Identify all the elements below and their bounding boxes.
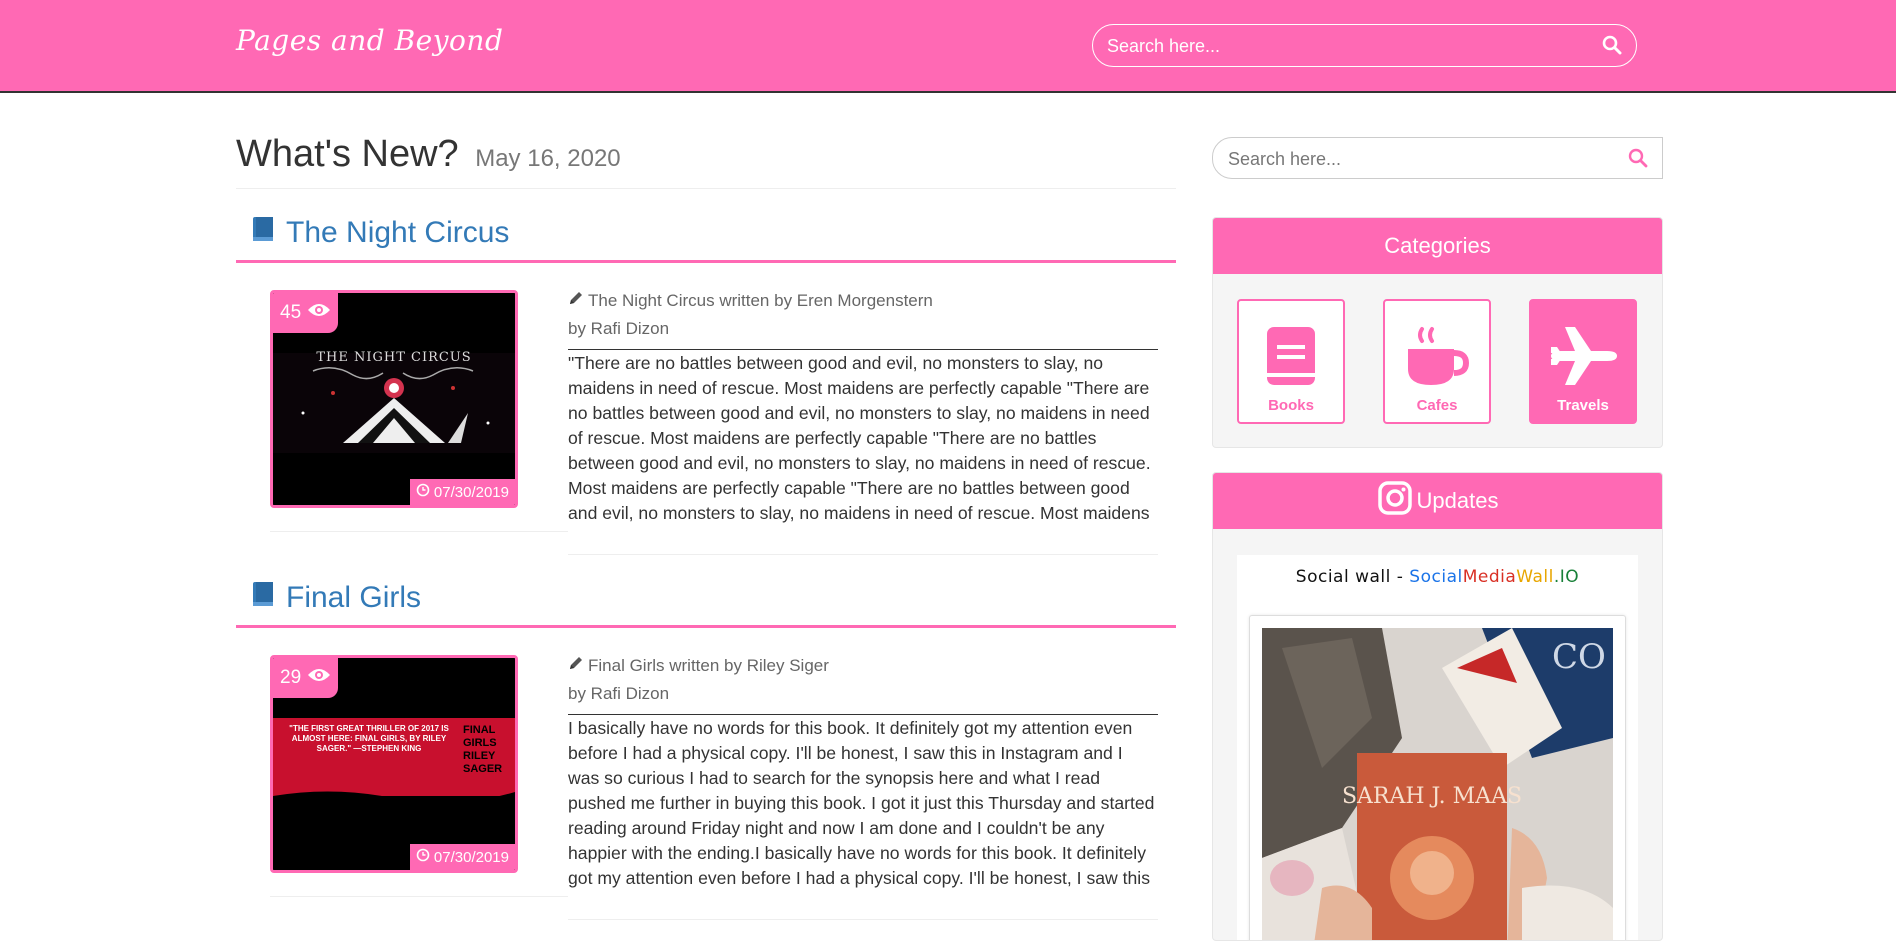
photo-book-author: SARAH J. MAAS [1342,784,1522,809]
post-divider [568,919,1158,920]
post-thumbnail[interactable]: "THE FIRST GREAT THRILLER OF 2017 IS ALM… [270,655,518,873]
category-books[interactable]: Books [1237,299,1345,424]
page-title: What's New? May 16, 2020 [236,133,621,176]
page-date: May 16, 2020 [475,145,621,172]
page-title-text: What's New? [236,133,459,175]
view-count: 45 [280,302,302,323]
view-count-badge: 45 [273,293,339,333]
brand-part-io: .IO [1553,567,1580,587]
brand-letter-w: W [1516,567,1533,587]
search-icon[interactable] [1628,148,1648,173]
post-author: by Rafi Dizon [568,684,670,703]
post-byline-text: Final Girls written by Riley Siger [588,655,829,675]
eye-icon [307,302,331,324]
plane-icon [1551,327,1617,385]
categories-panel: Categories Books Cafes Travels [1212,217,1663,448]
post-byline: Final Girls written by Riley Siger [568,655,829,676]
post-title[interactable]: Final Girls [250,580,421,616]
sidebar-search-input[interactable] [1228,148,1608,170]
category-label: Travels [1557,397,1609,414]
excerpt-divider [568,714,1158,715]
header-search-box[interactable] [1092,24,1637,67]
book-icon [250,580,278,616]
brand-part-edia: edia [1477,567,1517,587]
category-travels[interactable]: Travels [1529,299,1637,424]
pencil-icon [568,655,584,676]
search-icon[interactable] [1602,35,1622,60]
category-label: Books [1268,397,1314,414]
post-byline: The Night Circus written by Eren Morgens… [568,290,933,311]
header-search-input[interactable] [1107,34,1577,58]
social-post-card[interactable]: CO SARAH J. MAAS [1249,615,1626,940]
excerpt-divider [568,349,1158,350]
category-cafes[interactable]: Cafes [1383,299,1491,424]
post-title-divider [236,625,1176,628]
updates-title: Updates [1416,488,1499,513]
thumbnail-divider [270,896,568,897]
post-title-text[interactable]: The Night Circus [286,216,509,250]
brand-part-all: all [1532,567,1554,587]
heading-divider [236,188,1176,189]
category-label: Cafes [1416,397,1458,414]
post-excerpt: "There are no battles between good and e… [568,353,1151,523]
brand-part-ocial: ocial [1420,567,1463,587]
post-thumbnail[interactable]: THE NIGHT CIRCUS 45 07/30/2019 [270,290,518,508]
post-title[interactable]: The Night Circus [250,215,509,251]
social-post-photo[interactable]: CO SARAH J. MAAS [1262,628,1613,940]
eye-icon [307,667,331,689]
top-navbar: Pages and Beyond [0,0,1896,93]
cover-quote-text: "THE FIRST GREAT THRILLER OF 2017 IS ALM… [289,724,449,753]
coffee-cup-icon [1408,327,1470,385]
categories-list: Books Cafes Travels [1213,274,1662,447]
brand-letter-m: M [1462,567,1478,587]
post-title-text[interactable]: Final Girls [286,581,421,615]
cover-title-text: THE NIGHT CIRCUS [316,350,471,365]
sidebar-search-box[interactable] [1212,137,1663,179]
updates-panel: Updates Social wall - SocialMediaWall.IO… [1212,472,1663,941]
updates-header: Updates [1213,473,1662,529]
book-icon [250,215,278,251]
post-byline-text: The Night Circus written by Eren Morgens… [588,290,933,310]
view-count: 29 [280,667,302,688]
pencil-icon [568,290,584,311]
thumbnail-divider [270,531,568,532]
brand-logo[interactable]: Pages and Beyond [236,24,503,57]
clock-icon [416,483,430,501]
view-count-badge: 29 [273,658,339,698]
post-date: 07/30/2019 [433,848,509,866]
post-excerpt: I basically have no words for this book.… [568,718,1155,888]
social-wall-prefix: Social wall - [1295,567,1410,587]
cover-side-text: FINAL GIRLS RILEY SAGER [463,724,503,775]
post-date-badge: 07/30/2019 [409,844,515,870]
categories-header: Categories [1213,218,1662,274]
social-wall-widget: Social wall - SocialMediaWall.IO CO SARA… [1237,555,1638,940]
book-icon [1267,327,1315,385]
post-date-badge: 07/30/2019 [409,479,515,505]
brand-letter-s: S [1409,567,1421,587]
social-wall-title[interactable]: Social wall - SocialMediaWall.IO [1237,567,1638,587]
svg-text:CO: CO [1552,637,1606,677]
instagram-icon [1377,480,1413,522]
post-author: by Rafi Dizon [568,319,670,338]
post-title-divider [236,260,1176,263]
clock-icon [416,848,430,866]
post-divider [568,554,1158,555]
post-date: 07/30/2019 [433,483,509,501]
book-photo-image: CO SARAH J. MAAS [1262,628,1613,940]
